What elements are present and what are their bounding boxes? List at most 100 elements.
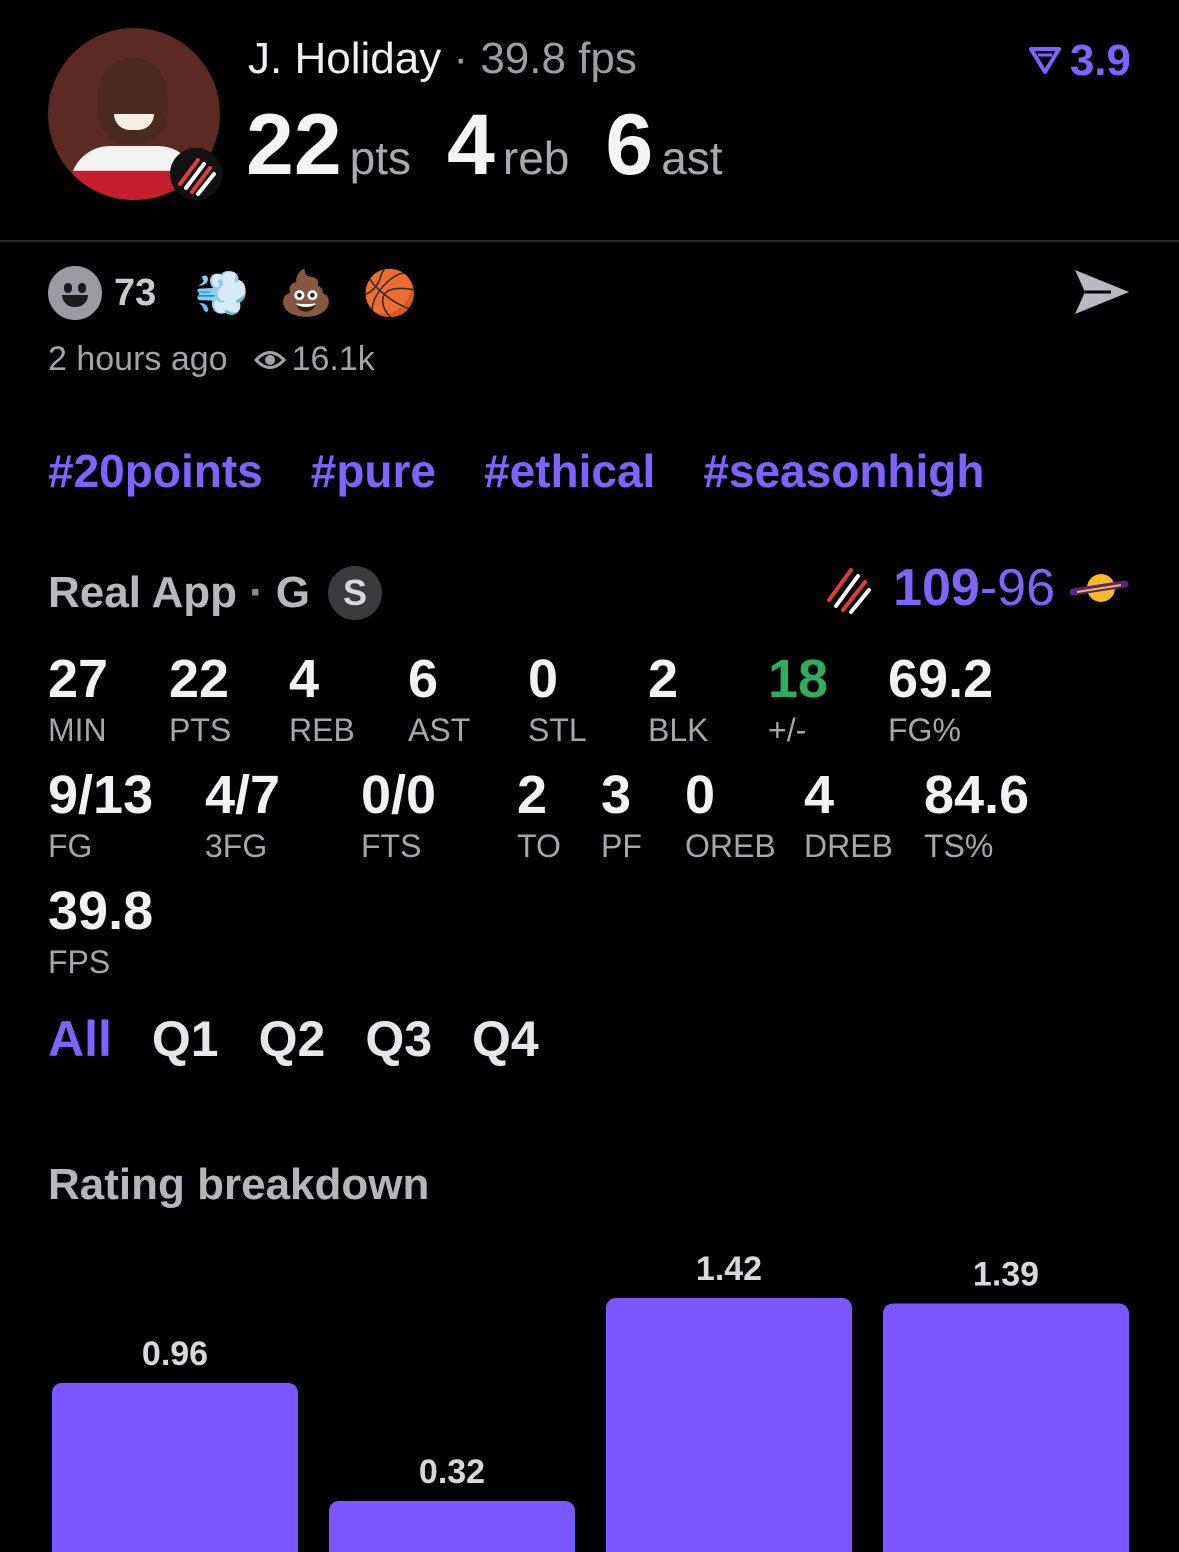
starter-badge: S [327,566,382,620]
assists-value: 6 [605,97,654,193]
fps-value: 39.8 fps [480,34,637,83]
stat-label: TS% [924,828,994,864]
stat-label: +/- [768,712,807,748]
trail-blazers-logo-icon [170,148,222,200]
rating-bar-2[interactable] [329,1500,575,1552]
reactions-bar: 73 💨 💩 🏀 [48,266,444,320]
separator: · [453,34,469,83]
tab-q1[interactable]: Q1 [152,1010,219,1068]
rebounds-value: 4 [447,97,495,193]
stat-value: 84.6 [924,765,1030,825]
stat-3fg: 4/7 3FG [205,766,280,865]
rating-breakdown-chart: 0.96 0.32 1.42 1.39 [52,1250,1129,1552]
stat-stl: 0 STL [528,650,587,749]
hashtag[interactable]: #ethical [484,444,655,498]
source-name: Real App [48,568,238,617]
stat-value: 6 [408,649,439,709]
source-separator: · [249,568,264,617]
stat-value: 2 [517,765,548,825]
assists-label: ast [661,132,723,184]
rating-bar-label-3: 1.42 [696,1250,762,1288]
rating-breakdown-title: Rating breakdown [48,1160,430,1209]
stat-ast: 6 AST [408,650,470,749]
reaction-count: 73 [114,271,157,314]
player-name[interactable]: J. Holiday [248,34,441,83]
stat-fts: 0/0 FTS [361,766,436,865]
tab-q4[interactable]: Q4 [472,1010,539,1068]
stat-pf: 3 PF [601,766,642,865]
wind-reaction-icon[interactable]: 💨 [192,267,252,319]
avatar-head [98,58,168,144]
game-score[interactable]: 109-96 [825,558,1129,618]
stat-ts-pct: 84.6 TS% [924,766,1029,865]
tab-all[interactable]: All [48,1010,112,1068]
rating-bar-3[interactable] [606,1298,852,1552]
smiley-reaction-icon[interactable] [48,266,102,320]
lakers-logo-icon [1069,574,1129,602]
stat-label: TO [517,828,561,864]
trail-blazers-logo-icon [827,568,872,614]
stat-fps: 39.8 FPS [48,882,153,981]
hashtag[interactable]: #seasonhigh [703,444,984,498]
poop-reaction-icon[interactable]: 💩 [276,267,336,319]
stat-source: Real App · G S [48,566,382,620]
stat-dreb: 4 DREB [804,766,893,865]
stat-label: PTS [169,712,232,748]
stat-value: 0/0 [361,765,437,825]
post-meta: 2 hours ago 16.1k [48,340,375,379]
timestamp: 2 hours ago [48,340,228,378]
stat-label: OREB [685,828,776,864]
rating-bar-label-4: 1.39 [973,1256,1039,1294]
stat-label: FG% [888,712,961,748]
stat-label: DREB [804,828,893,864]
rating-bar-label-2: 0.32 [419,1453,485,1491]
stat-label: 3FG [205,828,268,864]
away-score: 96 [997,559,1055,617]
score-dash: - [979,559,998,617]
hashtag[interactable]: #20points [48,444,263,498]
rating-triangle-icon [1028,47,1061,74]
stat-value: 4/7 [205,765,281,825]
header-divider [0,240,1179,242]
stat-value: 39.8 [48,881,154,941]
stat-value: 3 [601,765,632,825]
stat-value: 22 [169,649,230,709]
player-title: J. Holiday · 39.8 fps [248,34,637,84]
tab-q3[interactable]: Q3 [365,1010,432,1068]
stat-plus-minus: 18 +/- [768,650,828,749]
stat-value: 2 [648,649,679,709]
headline-statline: 22 pts 4 reb 6 ast [246,96,759,195]
stat-value: 27 [48,649,109,709]
stat-reb: 4 REB [289,650,355,749]
stat-value: 4 [289,649,320,709]
stat-label: FTS [361,828,422,864]
stat-label: FPS [48,944,111,980]
stat-min: 27 MIN [48,650,108,749]
basketball-player-reaction-icon[interactable]: 🏀 [360,267,420,319]
stat-to: 2 TO [517,766,561,865]
stat-blk: 2 BLK [648,650,708,749]
rating-value: 3.9 [1069,36,1131,85]
hashtag-list: #20points #pure #ethical #seasonhigh [48,444,985,498]
hashtag[interactable]: #pure [311,444,436,498]
view-count: 16.1k [291,340,375,378]
points-value: 22 [246,97,342,193]
eye-icon [253,350,286,369]
stat-fg-pct: 69.2 FG% [888,650,993,749]
stat-value: 9/13 [48,765,154,825]
tab-q2[interactable]: Q2 [259,1010,326,1068]
stat-label: REB [289,712,355,748]
stat-label: MIN [48,712,107,748]
send-icon[interactable] [1071,264,1133,320]
stat-oreb: 0 OREB [685,766,776,865]
home-score: 109 [893,559,980,617]
rating-badge[interactable]: 3.9 [1028,36,1131,86]
stat-fg: 9/13 FG [48,766,153,865]
rating-bar-1[interactable] [52,1382,298,1552]
points-label: pts [349,132,412,184]
rebounds-label: reb [502,132,570,184]
stat-label: PF [601,828,642,864]
period-tabs: All Q1 Q2 Q3 Q4 [48,1010,539,1068]
rating-bar-4[interactable] [883,1303,1129,1552]
player-position: G [275,568,310,617]
